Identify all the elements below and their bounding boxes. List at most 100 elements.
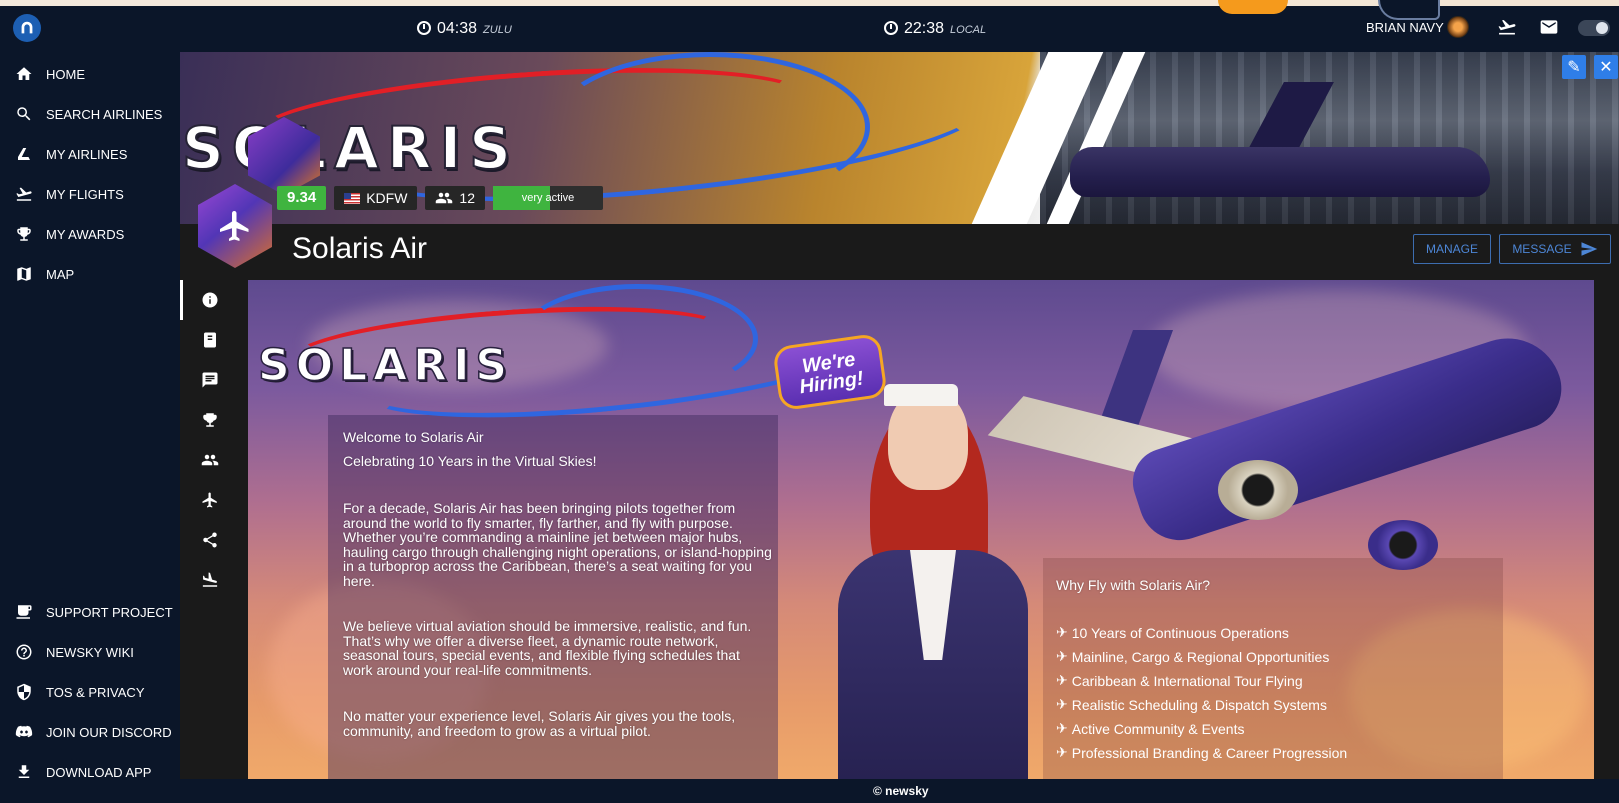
close-icon[interactable]: ✕ [1594, 55, 1618, 79]
rating-badge: 9.34 [277, 186, 327, 210]
footer: © newsky [0, 779, 1619, 803]
plane-icon [220, 211, 249, 241]
tab-fleet[interactable] [180, 480, 240, 520]
sidebar-item-label: MY FLIGHTS [46, 186, 124, 202]
plane-bullet-icon: ✈ [1056, 696, 1068, 712]
feature-item: ✈ Mainline, Cargo & Regional Opportunitie… [1056, 648, 1329, 665]
chat-icon [202, 372, 218, 388]
jet-fuselage [1124, 324, 1572, 551]
newsky-logo[interactable] [13, 14, 41, 42]
clock-icon [884, 21, 898, 35]
tab-chat[interactable] [180, 360, 240, 400]
plane-bullet-icon: ✈ [1056, 624, 1068, 640]
celebrating-heading: Celebrating 10 Years in the Virtual Skie… [343, 453, 597, 469]
sidebar-item-join-discord[interactable]: JOIN OUR DISCORD [0, 712, 180, 752]
jet-engine [1218, 460, 1298, 520]
sidebar: HOME SEARCH AIRLINES MY AIRLINES MY FLIG… [0, 52, 180, 803]
tab-arrivals[interactable] [180, 560, 240, 600]
sidebar-item-home[interactable]: HOME [0, 54, 180, 94]
message-label: MESSAGE [1512, 242, 1572, 256]
sidebar-item-label: SEARCH AIRLINES [46, 106, 163, 122]
tab-members[interactable] [180, 440, 240, 480]
landing-icon [202, 572, 218, 587]
decor-orange-shape [1218, 0, 1288, 14]
feature-text: 10 Years of Continuous Operations [1071, 624, 1289, 641]
members-count: 12 [459, 190, 475, 206]
feature-text: Active Community & Events [1071, 720, 1245, 737]
sidebar-item-my-awards[interactable]: MY AWARDS [0, 214, 180, 254]
members-badge[interactable]: 12 [425, 186, 485, 210]
coffee-icon [14, 602, 34, 622]
mail-icon[interactable] [1538, 18, 1560, 36]
theme-toggle[interactable] [1578, 20, 1610, 36]
home-icon [14, 64, 34, 84]
shield-icon [14, 682, 34, 702]
feature-text: Mainline, Cargo & Regional Opportunities [1071, 648, 1330, 665]
plane-icon [202, 492, 217, 508]
zulu-time: 04:38 [437, 20, 478, 37]
sidebar-item-label: MAP [46, 266, 75, 282]
hub-code: KDFW [366, 190, 408, 206]
share-icon [203, 532, 217, 548]
sidebar-item-my-airlines[interactable]: MY AIRLINES [0, 134, 180, 174]
attendant-hat [884, 384, 958, 406]
local-time: 22:38 [904, 20, 945, 37]
sidebar-item-label: JOIN OUR DISCORD [46, 724, 172, 740]
clock-icon [417, 21, 431, 35]
sidebar-item-map[interactable]: MAP [0, 254, 180, 294]
sidebar-item-label: TOS & PRIVACY [46, 684, 145, 700]
send-icon [1581, 242, 1597, 256]
tab-awards[interactable] [180, 400, 240, 440]
plane-bullet-icon: ✈ [1056, 672, 1068, 688]
user-name[interactable]: BRIAN NAVY [1366, 20, 1444, 35]
intro-paragraph: For a decade, Solaris Air has been bring… [343, 500, 772, 589]
message-button[interactable]: MESSAGE [1499, 234, 1611, 264]
feature-text: Caribbean & International Tour Flying [1071, 672, 1303, 689]
closing-paragraph: No matter your experience level, Solaris… [343, 708, 736, 739]
us-flag-icon [344, 192, 361, 204]
flights-top-icon[interactable] [1496, 18, 1518, 36]
tab-info[interactable] [180, 280, 240, 320]
sidebar-item-search-airlines[interactable]: SEARCH AIRLINES [0, 94, 180, 134]
banner-brand-text: SOLARIS [181, 113, 519, 183]
feature-item: ✈ Active Community & Events [1056, 720, 1244, 737]
feature-item: ✈ 10 Years of Continuous Operations [1056, 624, 1289, 641]
airline-name: Solaris Air [292, 232, 428, 265]
user-avatar[interactable] [1447, 16, 1469, 38]
sidebar-item-my-flights[interactable]: MY FLIGHTS [0, 174, 180, 214]
plane-bullet-icon: ✈ [1056, 744, 1068, 760]
welcome-heading: Welcome to Solaris Air [343, 429, 484, 445]
decor-dark-shape [1378, 0, 1440, 20]
manage-label: MANAGE [1425, 242, 1478, 256]
banner-plane [1070, 147, 1490, 197]
tab-network[interactable] [180, 520, 240, 560]
members-icon [436, 192, 453, 204]
tab-logbook[interactable] [180, 320, 240, 360]
edit-icon[interactable]: ✎ [1562, 55, 1586, 79]
sidebar-item-label: MY AIRLINES [46, 146, 128, 162]
airline-description-image: SOLARIS We're Hiring! Welcome to Solaris… [248, 280, 1594, 779]
hub-badge[interactable]: KDFW [334, 186, 418, 210]
sidebar-item-tos-privacy[interactable]: TOS & PRIVACY [0, 672, 180, 712]
sidebar-item-label: SUPPORT PROJECT [46, 604, 173, 620]
sidebar-item-newsky-wiki[interactable]: NEWSKY WIKI [0, 632, 180, 672]
trophy-icon [203, 413, 217, 427]
sidebar-item-support-project[interactable]: SUPPORT PROJECT [0, 592, 180, 632]
zulu-tag: ZULU [483, 24, 512, 36]
content-brand-text: SOLARIS [257, 339, 514, 392]
feature-text: Realistic Scheduling & Dispatch Systems [1071, 696, 1327, 713]
manage-button[interactable]: MANAGE [1413, 234, 1491, 264]
feature-item: ✈ Caribbean & International Tour Flying [1056, 672, 1303, 689]
jet-illustration [968, 324, 1588, 570]
jet-engine [1368, 520, 1438, 570]
help-icon [14, 642, 34, 662]
tab-rail [180, 280, 240, 779]
sidebar-item-label: HOME [46, 66, 85, 82]
feature-text: Professional Branding & Career Progressi… [1071, 744, 1348, 761]
why-heading: Why Fly with Solaris Air? [1056, 577, 1211, 593]
plane-bullet-icon: ✈ [1056, 648, 1068, 664]
copyright: © newsky [873, 784, 929, 798]
members-icon [201, 454, 219, 466]
feature-item: ✈ Professional Branding & Career Progress… [1056, 744, 1347, 761]
local-clock: 22:38 LOCAL [884, 19, 986, 38]
